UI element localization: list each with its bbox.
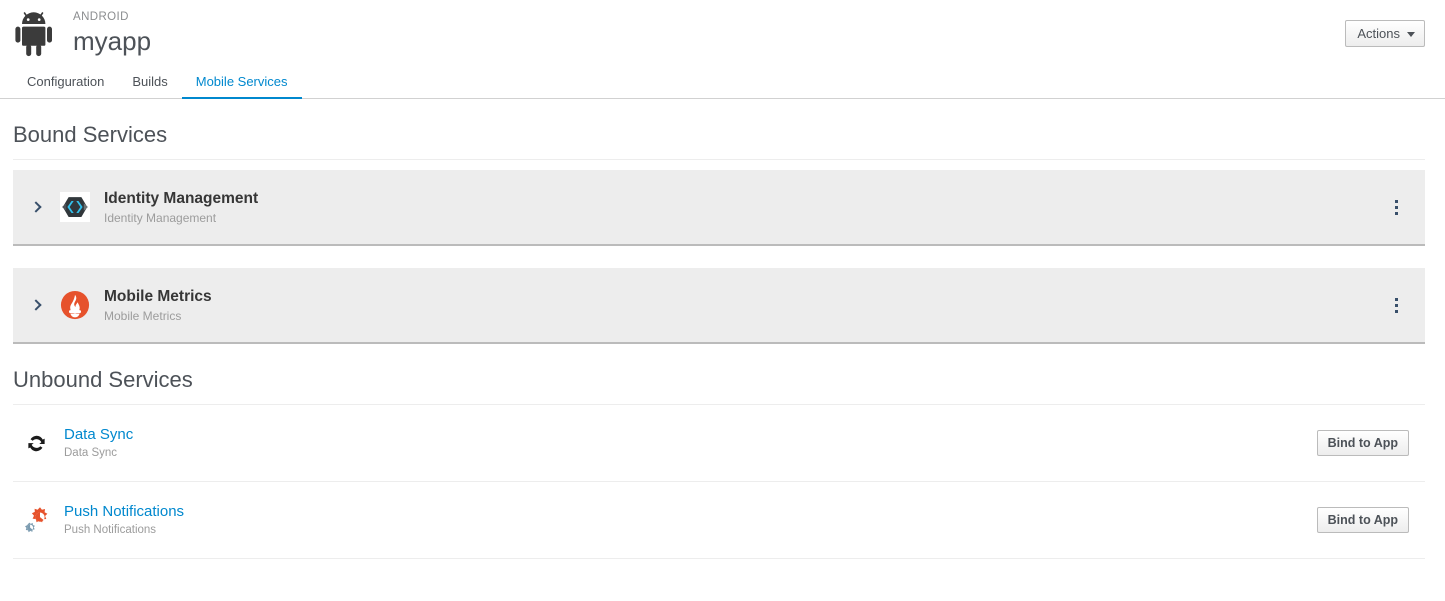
service-text-identity-management: Identity Management Identity Management [104,189,1383,226]
service-text-mobile-metrics: Mobile Metrics Mobile Metrics [104,287,1383,324]
bound-services-title: Bound Services [13,122,168,147]
expand-toggle-identity-management[interactable] [13,201,59,213]
actions-button-label: Actions [1357,26,1400,41]
unifiedpush-gears-icon [13,503,59,537]
service-name: Identity Management [104,189,259,207]
service-name: Mobile Metrics [104,287,212,305]
service-subtitle: Data Sync [64,447,118,459]
service-text-push-notifications: Push Notifications Push Notifications [64,502,750,538]
service-subtitle: Mobile Metrics [104,308,182,323]
kebab-menu-icon[interactable] [1383,290,1409,320]
app-header: ANDROID myapp Actions [0,0,1445,69]
service-name-link[interactable]: Data Sync [64,425,725,445]
service-subtitle: Identity Management [104,210,217,225]
bound-service-row-mobile-metrics[interactable]: Mobile Metrics Mobile Metrics [13,268,1425,344]
chevron-right-icon [30,299,42,311]
unbound-service-row-data-sync: Data Sync Data Sync Bind to App [13,405,1425,482]
sync-arrows-icon [13,433,59,454]
unbound-services-title: Unbound Services [13,367,193,392]
expand-toggle-mobile-metrics[interactable] [13,299,59,311]
unbound-services-list: Data Sync Data Sync Bind to App Push Not… [13,405,1425,559]
kebab-dot [1394,297,1398,301]
unbound-services-section: Unbound Services Data Sync Data Sync Bin… [0,344,1445,559]
bound-service-row-identity-management[interactable]: Identity Management Identity Management [13,170,1425,246]
keycloak-hexagon-icon [59,191,91,223]
bound-services-section: Bound Services Identity Management Ident… [0,99,1445,344]
tab-builds[interactable]: Builds [118,74,181,98]
app-title-block: ANDROID myapp [73,6,151,57]
kebab-menu-icon[interactable] [1383,192,1409,222]
tab-mobile-services[interactable]: Mobile Services [181,74,302,99]
kebab-dot [1394,303,1398,307]
tab-configuration[interactable]: Configuration [13,74,118,98]
chevron-right-icon [30,201,42,213]
app-kind-label: ANDROID [73,11,129,23]
android-robot-icon [13,6,59,58]
tab-bar: Configuration Builds Mobile Services [0,69,1445,99]
kebab-dot [1394,205,1398,209]
bind-to-app-button-push-notifications[interactable]: Bind to App [1316,507,1410,533]
mobile-services-page: ANDROID myapp Actions Configuration Buil… [0,0,1445,601]
service-subtitle: Push Notifications [64,524,157,536]
bind-to-app-button-data-sync[interactable]: Bind to App [1316,430,1409,456]
chevron-down-icon [1407,31,1415,37]
unbound-service-row-push-notifications: Push Notifications Push Notifications Bi… [13,482,1425,559]
kebab-dot [1394,199,1398,203]
actions-button[interactable]: Actions [1345,20,1425,47]
kebab-dot [1394,211,1398,215]
service-text-data-sync: Data Sync Data Sync [64,425,725,461]
page-title: myapp [73,26,152,56]
bound-services-list: Identity Management Identity Management [13,160,1425,344]
prometheus-flame-icon [59,289,91,321]
kebab-dot [1394,309,1398,313]
service-name-link[interactable]: Push Notifications [64,502,750,522]
